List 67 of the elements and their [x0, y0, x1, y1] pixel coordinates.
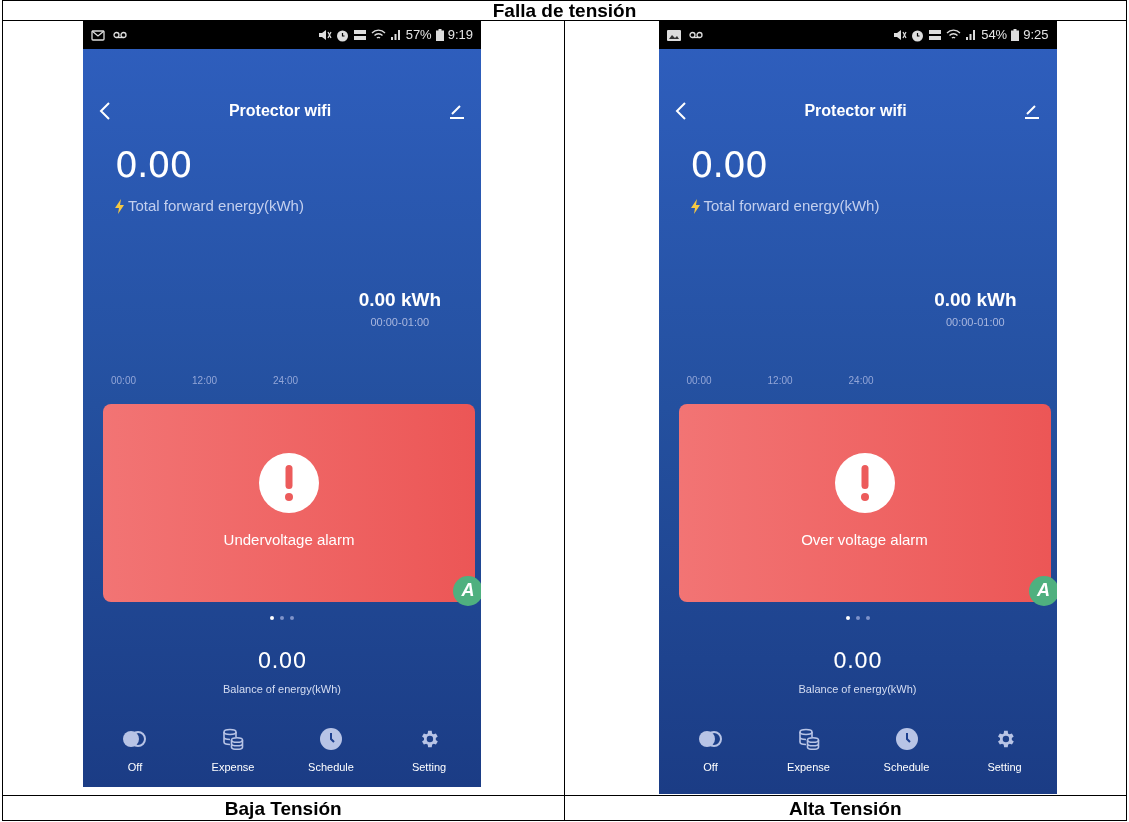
edit-button[interactable] — [449, 103, 465, 119]
table-title: Falla de tensión — [492, 1, 637, 20]
alarm-message: Over voltage alarm — [801, 530, 928, 551]
coins-icon — [222, 728, 244, 750]
alarm-icon — [911, 28, 925, 42]
back-button[interactable] — [99, 101, 111, 121]
nav-tab[interactable]: Schedule — [878, 727, 935, 776]
nav-tab[interactable]: Expense — [205, 727, 261, 776]
balance-value: 0.00 — [257, 646, 307, 675]
battery-icon — [435, 29, 444, 41]
axis-label: 00:00 — [111, 373, 137, 388]
lightning-icon — [115, 198, 124, 214]
nav-tab[interactable]: Setting — [401, 727, 457, 776]
warning-icon — [834, 453, 895, 514]
total-energy-label: Total forward energy(kWh) — [128, 196, 304, 216]
edit-button[interactable] — [1024, 103, 1041, 119]
clock-time: 9:25 — [1023, 26, 1049, 45]
wifi-icon — [370, 29, 386, 41]
image-icon — [666, 29, 681, 41]
nav-tab[interactable]: Off — [107, 727, 163, 776]
total-energy-value: 0.00 — [115, 147, 193, 183]
axis-label: 24:00 — [273, 373, 299, 388]
coins-icon — [797, 728, 820, 750]
axis-label: 24:00 — [848, 373, 874, 388]
nav-tab[interactable]: Setting — [976, 727, 1033, 776]
battery-percent: 57% — [405, 26, 432, 45]
lightning-icon — [690, 198, 700, 214]
battery-icon — [1011, 29, 1020, 41]
balance-label: Balance of energy(kWh) — [798, 681, 917, 697]
voicemail-icon — [113, 31, 127, 39]
signal-icon — [965, 29, 978, 41]
alarm-icon — [335, 28, 349, 42]
wifi-icon — [946, 29, 962, 41]
signal-icon — [389, 29, 402, 41]
mail-icon — [91, 29, 105, 41]
warning-icon — [259, 453, 319, 514]
mute-icon — [317, 29, 332, 41]
badge: A — [453, 575, 481, 606]
screen-title: Protector wifi — [804, 101, 907, 121]
back-button[interactable] — [674, 101, 687, 121]
table-caption: Baja Tensión — [224, 798, 342, 818]
clock-icon — [320, 728, 342, 750]
table-caption: Alta Tensión — [788, 798, 902, 818]
axis-label: 12:00 — [192, 373, 218, 388]
toggle-icon — [698, 731, 723, 747]
balance-value: 0.00 — [833, 646, 882, 675]
mute-icon — [893, 29, 908, 41]
axis-label: 00:00 — [686, 373, 712, 388]
badge: A — [1028, 575, 1057, 606]
axis-label: 12:00 — [767, 373, 793, 388]
balance-label: Balance of energy(kWh) — [223, 681, 341, 697]
battery-percent: 54% — [981, 26, 1008, 45]
toggle-icon — [123, 731, 147, 747]
hourly-energy-value: 0.00 kWh — [358, 287, 441, 312]
hourly-time-range: 00:00-01:00 — [945, 315, 1005, 330]
total-energy-label: Total forward energy(kWh) — [703, 196, 880, 216]
nav-tab[interactable]: Off — [682, 727, 739, 776]
hourly-time-range: 00:00-01:00 — [370, 315, 430, 330]
alarm-message: Undervoltage alarm — [223, 530, 355, 551]
clock-time: 9:19 — [447, 26, 473, 45]
total-energy-value: 0.00 — [690, 147, 769, 183]
hourly-energy-value: 0.00 kWh — [934, 287, 1017, 312]
screen-title: Protector wifi — [228, 101, 332, 121]
nav-tab[interactable]: Schedule — [303, 727, 359, 776]
nav-tab[interactable]: Expense — [780, 727, 837, 776]
clock-icon — [895, 728, 918, 750]
voicemail-icon — [688, 31, 703, 39]
